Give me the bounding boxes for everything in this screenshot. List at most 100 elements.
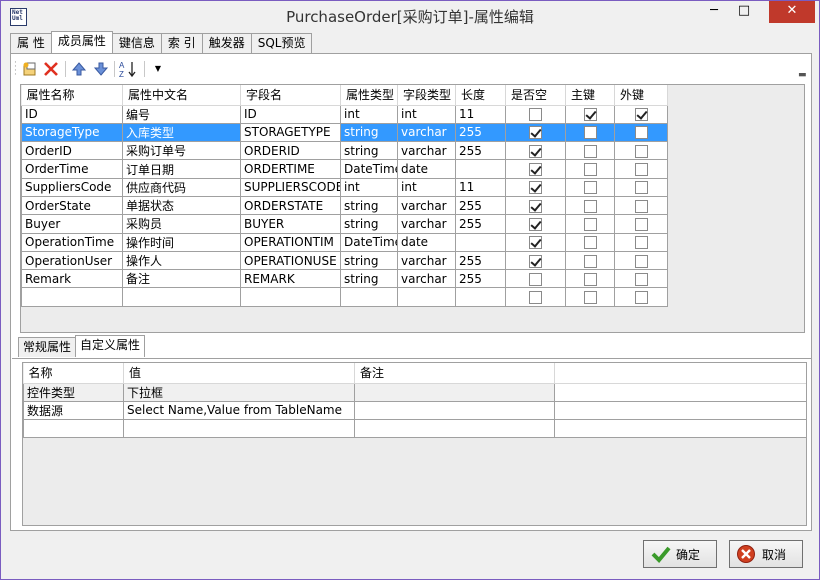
nullable-checkbox[interactable] xyxy=(529,108,542,122)
cell-name[interactable]: Buyer xyxy=(21,214,123,234)
table-row[interactable]: 控件类型 下拉框 xyxy=(23,382,806,402)
table-row[interactable]: StorageType 入库类型 STORAGETYPE string varchar 2… xyxy=(21,122,668,143)
column-header[interactable]: 属性名称 xyxy=(21,85,123,106)
tab-0[interactable]: 属 性 xyxy=(10,33,52,53)
delete-icon[interactable] xyxy=(42,60,60,78)
move-up-icon[interactable] xyxy=(70,60,88,78)
add-field-icon[interactable] xyxy=(21,60,39,78)
sort-az-icon[interactable]: AZ xyxy=(118,60,136,79)
nullable-checkbox[interactable] xyxy=(529,181,542,195)
cell-ptype[interactable]: string xyxy=(340,269,398,289)
cell-name[interactable]: OperationUser xyxy=(21,250,123,271)
cell-ftype[interactable]: varchar xyxy=(397,195,456,216)
overflow-grip-icon[interactable]: ▬ xyxy=(798,70,807,80)
cell-field[interactable]: SUPPLIERSCODE xyxy=(240,177,341,197)
fk-checkbox[interactable] xyxy=(634,199,648,213)
move-down-icon[interactable] xyxy=(92,60,110,78)
property-note-cell[interactable] xyxy=(554,419,806,439)
pk-checkbox[interactable] xyxy=(583,291,597,305)
fk-checkbox[interactable] xyxy=(634,254,648,268)
cell-name[interactable]: StorageType xyxy=(21,122,123,143)
property-note-cell[interactable] xyxy=(554,382,806,402)
cell-name[interactable]: OperationTime xyxy=(21,232,123,252)
tab-2[interactable]: 键信息 xyxy=(111,33,162,53)
tab-5[interactable]: SQL预览 xyxy=(250,33,313,53)
maximize-icon[interactable]: □ xyxy=(731,1,757,23)
cell-name[interactable]: OrderState xyxy=(21,195,123,216)
fk-checkbox[interactable] xyxy=(634,126,648,140)
cell-ftype[interactable] xyxy=(397,287,456,307)
property-note-cell[interactable] xyxy=(354,400,555,421)
cell-len[interactable]: 255 xyxy=(455,269,506,289)
cell-len[interactable]: 255 xyxy=(455,250,506,271)
table-row[interactable]: Remark 备注 REMARK string varchar 255 xyxy=(21,269,668,289)
pk-checkbox[interactable] xyxy=(583,199,597,213)
pk-checkbox[interactable] xyxy=(583,126,597,140)
fk-checkbox[interactable] xyxy=(634,217,648,231)
cell-cn[interactable]: 供应商代码 xyxy=(122,177,241,197)
pk-checkbox[interactable] xyxy=(583,163,597,177)
pk-checkbox[interactable] xyxy=(583,217,597,231)
cell-cn[interactable] xyxy=(122,287,241,307)
cell-ftype[interactable]: int xyxy=(397,104,456,124)
column-header[interactable] xyxy=(554,363,806,384)
nullable-checkbox[interactable] xyxy=(529,144,542,158)
column-header[interactable]: 备注 xyxy=(354,363,555,384)
column-header[interactable]: 值 xyxy=(123,363,355,384)
table-row[interactable]: OrderID 采购订单号 ORDERID string varchar 255 xyxy=(21,141,668,161)
property-note-cell[interactable] xyxy=(354,382,555,402)
table-row[interactable]: OperationUser 操作人 OPERATIONUSE string varcha… xyxy=(21,250,668,271)
table-row[interactable]: Buyer 采购员 BUYER string varchar 255 xyxy=(21,214,668,234)
cell-ptype[interactable]: string xyxy=(340,250,398,271)
nullable-checkbox[interactable] xyxy=(529,291,542,305)
cell-field[interactable]: STORAGETYPE xyxy=(240,122,341,143)
nullable-checkbox[interactable] xyxy=(529,163,542,177)
property-note-cell[interactable] xyxy=(354,419,555,439)
property-name-cell[interactable]: 控件类型 xyxy=(23,382,124,402)
cell-ptype[interactable]: int xyxy=(340,177,398,197)
column-header[interactable]: 字段类型 xyxy=(397,85,456,106)
cell-ftype[interactable]: varchar xyxy=(397,141,456,161)
table-row[interactable]: 数据源 Select Name,Value from TableName xyxy=(23,400,806,421)
table-row[interactable]: SuppliersCode 供应商代码 SUPPLIERSCODE int int 11 xyxy=(21,177,668,197)
cell-field[interactable]: ORDERID xyxy=(240,141,341,161)
tab-4[interactable]: 触发器 xyxy=(201,33,252,53)
cell-cn[interactable]: 入库类型 xyxy=(122,122,241,143)
table-row[interactable]: OrderTime 订单日期 ORDERTIME DateTime date xyxy=(21,159,668,179)
cell-name[interactable]: OrderTime xyxy=(21,159,123,179)
minimize-icon[interactable]: ─ xyxy=(701,1,727,23)
cancel-button[interactable]: 取消 xyxy=(729,540,803,568)
fk-checkbox[interactable] xyxy=(634,291,648,305)
nullable-checkbox[interactable] xyxy=(529,254,542,268)
table-row[interactable]: ID 编号 ID int int 11 xyxy=(21,104,668,124)
pk-checkbox[interactable] xyxy=(583,108,597,122)
subtab-1[interactable]: 自定义属性 xyxy=(75,335,146,357)
cell-len[interactable] xyxy=(455,287,506,307)
column-header[interactable]: 字段名 xyxy=(240,85,341,106)
fk-checkbox[interactable] xyxy=(634,163,648,177)
cell-name[interactable]: OrderID xyxy=(21,141,123,161)
nullable-checkbox[interactable] xyxy=(529,217,542,231)
tab-1[interactable]: 成员属性 xyxy=(50,31,113,53)
nullable-checkbox[interactable] xyxy=(529,236,542,250)
cell-field[interactable]: ID xyxy=(240,104,341,124)
cell-cn[interactable]: 采购订单号 xyxy=(122,141,241,161)
pk-checkbox[interactable] xyxy=(583,144,597,158)
fk-checkbox[interactable] xyxy=(634,236,648,250)
cell-field[interactable]: OPERATIONTIM xyxy=(240,232,341,252)
cell-ftype[interactable]: int xyxy=(397,177,456,197)
property-value-cell[interactable]: 下拉框 xyxy=(123,382,355,402)
cell-len[interactable] xyxy=(455,232,506,252)
column-header[interactable]: 主键 xyxy=(565,85,615,106)
column-header[interactable]: 属性中文名 xyxy=(122,85,241,106)
fk-checkbox[interactable] xyxy=(634,181,648,195)
cell-ptype[interactable]: string xyxy=(340,122,398,143)
cell-name[interactable] xyxy=(21,287,123,307)
property-value-cell[interactable]: Select Name,Value from TableName xyxy=(123,400,355,421)
table-row[interactable]: OperationTime 操作时间 OPERATIONTIM DateTime dat… xyxy=(21,232,668,252)
cell-ptype[interactable]: string xyxy=(340,141,398,161)
cell-field[interactable]: ORDERSTATE xyxy=(240,195,341,216)
cell-ftype[interactable]: date xyxy=(397,159,456,179)
property-name-cell[interactable] xyxy=(23,419,124,439)
cell-ftype[interactable]: varchar xyxy=(397,269,456,289)
